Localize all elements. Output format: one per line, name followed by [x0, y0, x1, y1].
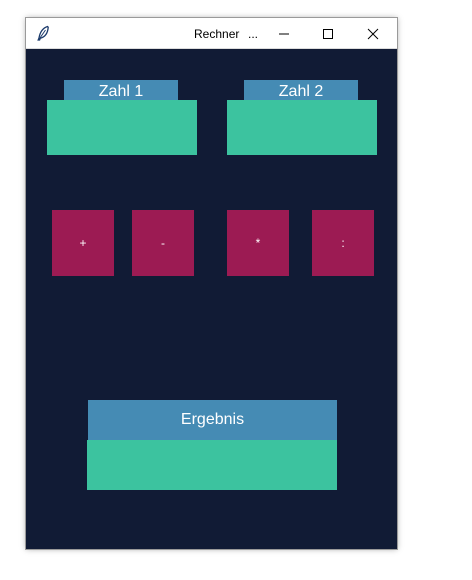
feather-icon	[37, 25, 49, 41]
maximize-icon	[323, 28, 333, 39]
result-output	[87, 440, 337, 490]
close-button[interactable]	[351, 18, 395, 49]
subtract-button[interactable]: -	[132, 210, 194, 276]
calculator-window: Rechner ... Zahl 1 Zahl 2 + - * : Ergebn…	[25, 17, 398, 550]
title-bar[interactable]: Rechner ...	[26, 18, 397, 49]
divide-button[interactable]: :	[312, 210, 374, 276]
zahl2-input[interactable]	[227, 100, 377, 155]
add-button[interactable]: +	[52, 210, 114, 276]
minimize-button[interactable]	[262, 18, 306, 49]
result-label: Ergebnis	[88, 400, 337, 440]
minimize-icon	[279, 33, 289, 34]
window-title: Rechner	[194, 27, 240, 41]
window-title-overflow: ...	[248, 27, 259, 41]
close-icon	[367, 28, 379, 39]
multiply-button[interactable]: *	[227, 210, 289, 276]
maximize-button[interactable]	[306, 18, 350, 49]
zahl1-input[interactable]	[47, 100, 197, 155]
